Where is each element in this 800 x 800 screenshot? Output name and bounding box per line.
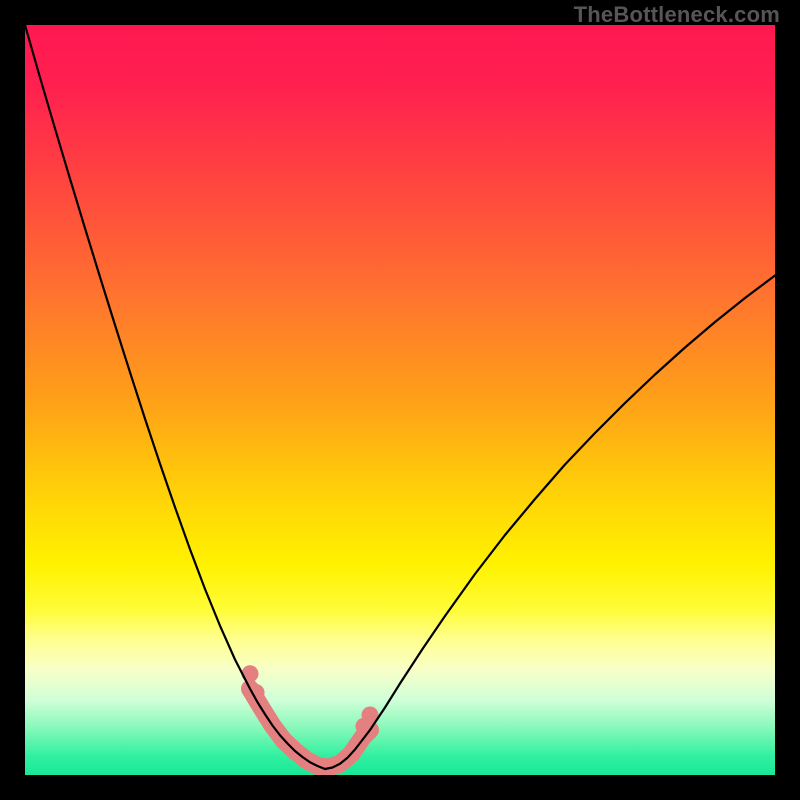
series-bottleneck-curve-left <box>25 25 325 769</box>
plot-area <box>25 25 775 775</box>
chart-frame: TheBottleneck.com <box>0 0 800 800</box>
series-bottleneck-curve-right <box>325 276 775 770</box>
curve-layer <box>25 25 775 775</box>
series-highlight-band <box>250 689 370 768</box>
highlight-bead <box>241 665 258 682</box>
